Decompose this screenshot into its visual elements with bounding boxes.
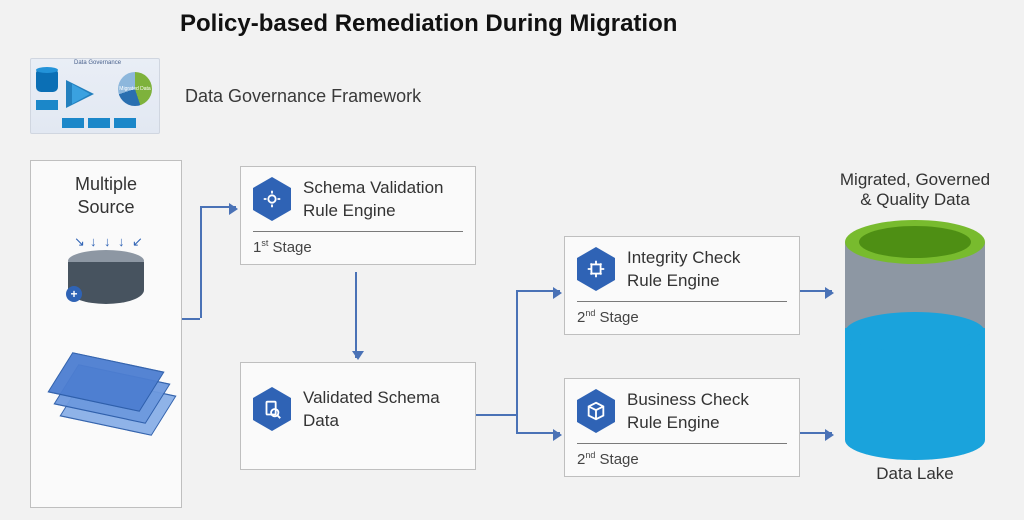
thumb-funnel-icon-inner	[72, 84, 90, 104]
source-title-line1: Multiple	[75, 174, 137, 194]
connector	[182, 318, 200, 320]
connector	[476, 414, 516, 416]
connector-arrow	[516, 290, 560, 292]
schema-validation-card: Schema Validation Rule Engine 1st Stage	[240, 166, 476, 265]
connector-arrow	[200, 206, 236, 208]
compass-icon	[253, 177, 291, 221]
data-lake: Migrated, Governed & Quality Data Data L…	[832, 170, 998, 484]
thumb-pie-icon: Migrated Data	[118, 72, 152, 106]
integrity-check-line1: Integrity Check	[627, 248, 740, 267]
validated-schema-line2: Data	[303, 411, 339, 430]
lake-caption: Data Lake	[832, 464, 998, 484]
page-subtitle: Data Governance Framework	[185, 86, 421, 107]
source-column: Multiple Source ↘ ↓ ↓ ↓ ↙ +	[30, 160, 182, 508]
lake-title-line1: Migrated, Governed	[840, 170, 990, 189]
source-title-line2: Source	[77, 197, 134, 217]
connector-arrow	[516, 432, 560, 434]
business-check-card: Business Check Rule Engine 2nd Stage	[564, 378, 800, 477]
connector-arrow	[800, 290, 832, 292]
cylinder-icon	[845, 220, 985, 460]
search-doc-icon	[253, 387, 291, 431]
connector-arrow	[800, 432, 832, 434]
thumb-db-icon	[36, 70, 58, 92]
thumb-chip	[114, 118, 136, 128]
lake-title-line2: & Quality Data	[860, 190, 970, 209]
validated-schema-line1: Validated Schema	[303, 388, 440, 407]
cube-icon	[577, 389, 615, 433]
governance-thumbnail: Data Governance Migrated Data	[30, 58, 160, 134]
integrity-check-suffix: nd	[585, 308, 595, 318]
integrity-check-card: Integrity Check Rule Engine 2nd Stage	[564, 236, 800, 335]
schema-validation-line2: Rule Engine	[303, 201, 396, 220]
integrity-check-line2: Rule Engine	[627, 271, 720, 290]
database-icon: ↘ ↓ ↓ ↓ ↙ +	[68, 250, 144, 306]
connector	[516, 290, 518, 432]
layers-icon	[60, 362, 152, 422]
thumb-chip	[88, 118, 110, 128]
thumb-header: Data Governance	[74, 60, 121, 66]
thumb-chip	[62, 118, 84, 128]
chip-icon	[577, 247, 615, 291]
schema-validation-line1: Schema Validation	[303, 178, 444, 197]
validated-schema-card: Validated Schema Data	[240, 362, 476, 470]
integrity-check-stage-word: Stage	[595, 309, 638, 326]
business-check-suffix: nd	[585, 450, 595, 460]
connector	[200, 206, 202, 318]
business-check-line1: Business Check	[627, 390, 749, 409]
page-title: Policy-based Remediation During Migratio…	[180, 10, 677, 38]
business-check-stage-word: Stage	[595, 451, 638, 468]
schema-validation-stage-word: Stage	[268, 239, 311, 256]
business-check-line2: Rule Engine	[627, 413, 720, 432]
thumb-chip	[36, 100, 58, 110]
connector-arrow	[355, 272, 357, 358]
